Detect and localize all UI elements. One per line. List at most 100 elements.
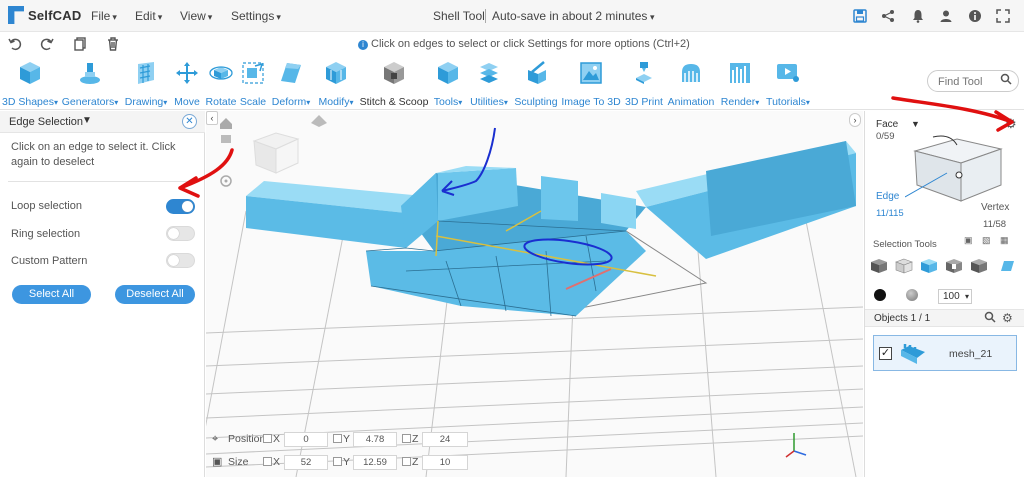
- image-icon: [580, 62, 602, 84]
- edge-cube-icon[interactable]: [945, 258, 963, 274]
- wire-cube-icon[interactable]: [895, 258, 913, 274]
- menu-edit[interactable]: Edit: [135, 9, 162, 23]
- gear-icon[interactable]: ⚙: [1002, 311, 1013, 325]
- tool-stitch-scoop[interactable]: Stitch & Scoop: [359, 60, 429, 108]
- menu-settings[interactable]: Settings: [231, 9, 281, 23]
- tool-tutorials[interactable]: Tutorials: [764, 60, 812, 108]
- size-y-axis[interactable]: Y: [333, 456, 350, 468]
- gear-icon[interactable]: ⚙: [1005, 116, 1017, 132]
- color-swatch-black[interactable]: [874, 289, 886, 301]
- axis-checkbox[interactable]: [333, 457, 342, 466]
- tool-render[interactable]: Render: [717, 60, 763, 108]
- size-z-axis[interactable]: Z: [402, 456, 418, 468]
- caret-down-icon[interactable]: ▼: [82, 115, 92, 126]
- loop-selection-toggle[interactable]: [166, 199, 195, 214]
- tool-image-to-3d[interactable]: Image To 3D: [561, 60, 621, 108]
- custom-pattern-toggle[interactable]: [166, 253, 195, 268]
- account-icon[interactable]: [939, 9, 953, 23]
- edge-mode-label[interactable]: Edge: [876, 191, 899, 202]
- redo-icon[interactable]: [39, 36, 55, 52]
- close-icon[interactable]: ✕: [182, 114, 197, 129]
- fullscreen-icon[interactable]: [996, 9, 1010, 23]
- axis-checkbox[interactable]: [402, 434, 411, 443]
- view-cube[interactable]: [252, 132, 300, 174]
- deselect-all-button[interactable]: Deselect All: [115, 285, 195, 304]
- tool-tools[interactable]: Tools: [430, 60, 466, 108]
- info-icon[interactable]: [968, 9, 982, 23]
- opacity-select[interactable]: 100: [938, 289, 972, 304]
- tool-3d-print[interactable]: 3D Print: [622, 60, 666, 108]
- tool-deform[interactable]: Deform: [267, 60, 315, 108]
- face-cube-icon[interactable]: [920, 258, 938, 274]
- position-z-field[interactable]: 24: [422, 432, 468, 447]
- save-icon[interactable]: [853, 9, 867, 23]
- plane-select-icon[interactable]: [997, 258, 1015, 274]
- size-y-field[interactable]: 12.59: [353, 455, 397, 470]
- tool-utilities[interactable]: Utilities: [467, 60, 511, 108]
- notifications-icon[interactable]: [911, 9, 925, 23]
- objects-count-label: Objects 1 / 1: [874, 313, 931, 324]
- tool-generators[interactable]: Generators: [60, 60, 120, 108]
- copy-icon[interactable]: [72, 36, 88, 52]
- collapse-left-icon[interactable]: ‹: [206, 111, 218, 125]
- size-x-field[interactable]: 52: [284, 455, 328, 470]
- mesh-block-front-2: [541, 176, 578, 221]
- size-z-field[interactable]: 10: [422, 455, 468, 470]
- tool-modify[interactable]: Modify: [316, 60, 356, 108]
- position-x-field[interactable]: 0: [284, 432, 328, 447]
- axis-checkbox[interactable]: [263, 434, 272, 443]
- caret-down-icon[interactable]: ▼: [911, 119, 920, 129]
- select-all-button[interactable]: Select All: [12, 285, 91, 304]
- axis-checkbox[interactable]: [333, 434, 342, 443]
- find-tool-search[interactable]: [927, 70, 1019, 92]
- vertex-cube-icon[interactable]: [970, 258, 988, 274]
- ring-selection-toggle[interactable]: [166, 226, 195, 241]
- camera-icon[interactable]: [221, 135, 231, 143]
- tool-3d-shapes[interactable]: 3D Shapes: [0, 60, 60, 108]
- tool-label: Animation: [667, 96, 715, 108]
- position-y-field[interactable]: 4.78: [353, 432, 397, 447]
- tool-move[interactable]: Move: [172, 60, 202, 108]
- undo-icon[interactable]: [7, 36, 23, 52]
- menu-file[interactable]: File: [91, 9, 117, 23]
- axis-checkbox[interactable]: [263, 457, 272, 466]
- share-icon[interactable]: [881, 9, 895, 23]
- light-icon[interactable]: [311, 115, 327, 127]
- tool-animation[interactable]: Animation: [666, 60, 716, 108]
- selfcad-logo[interactable]: SelfCAD: [8, 6, 81, 24]
- position-z-axis[interactable]: Z: [402, 433, 418, 445]
- size-x-axis[interactable]: X: [263, 456, 280, 468]
- tool-scale[interactable]: Scale: [239, 60, 267, 108]
- object-name[interactable]: mesh_21: [949, 348, 992, 360]
- selection-mode-cube[interactable]: [905, 135, 1015, 210]
- menu-view[interactable]: View: [180, 9, 212, 23]
- position-x-axis[interactable]: X: [263, 433, 280, 445]
- orbit-icon[interactable]: [220, 175, 232, 187]
- face-mode-select[interactable]: Face: [876, 119, 898, 130]
- vertex-mode-label[interactable]: Vertex: [981, 202, 1009, 213]
- document-title[interactable]: Shell Tool: [433, 9, 485, 23]
- object-list-item[interactable]: ✓ mesh_21: [873, 335, 1017, 371]
- material-sphere-icon[interactable]: [906, 289, 918, 301]
- search-icon[interactable]: [1000, 73, 1012, 88]
- tool-sculpting[interactable]: Sculpting: [513, 60, 559, 108]
- 3d-viewport[interactable]: ‹ ›: [206, 111, 863, 477]
- panel-title[interactable]: Edge Selection: [9, 116, 83, 128]
- tool-rotate[interactable]: Rotate: [204, 60, 238, 108]
- box-select-icon[interactable]: ▣: [964, 235, 974, 245]
- find-tool-input[interactable]: [938, 74, 998, 89]
- solid-cube-icon[interactable]: [870, 258, 888, 274]
- position-y-axis[interactable]: Y: [333, 433, 350, 445]
- object-visibility-checkbox[interactable]: ✓: [879, 347, 892, 360]
- home-icon[interactable]: [220, 118, 232, 129]
- axis-checkbox[interactable]: [402, 457, 411, 466]
- delete-icon[interactable]: [105, 36, 121, 52]
- tool-drawing[interactable]: Drawing: [121, 60, 171, 108]
- autosave-status[interactable]: Auto-save in about 2 minutes: [485, 9, 654, 23]
- collapse-right-icon[interactable]: ›: [849, 113, 861, 127]
- search-icon[interactable]: [984, 311, 996, 326]
- scene-canvas[interactable]: [206, 111, 863, 477]
- grid-select-icon[interactable]: ▦: [1000, 235, 1010, 245]
- mesh-model[interactable]: [246, 141, 856, 317]
- paint-select-icon[interactable]: ▧: [982, 235, 992, 245]
